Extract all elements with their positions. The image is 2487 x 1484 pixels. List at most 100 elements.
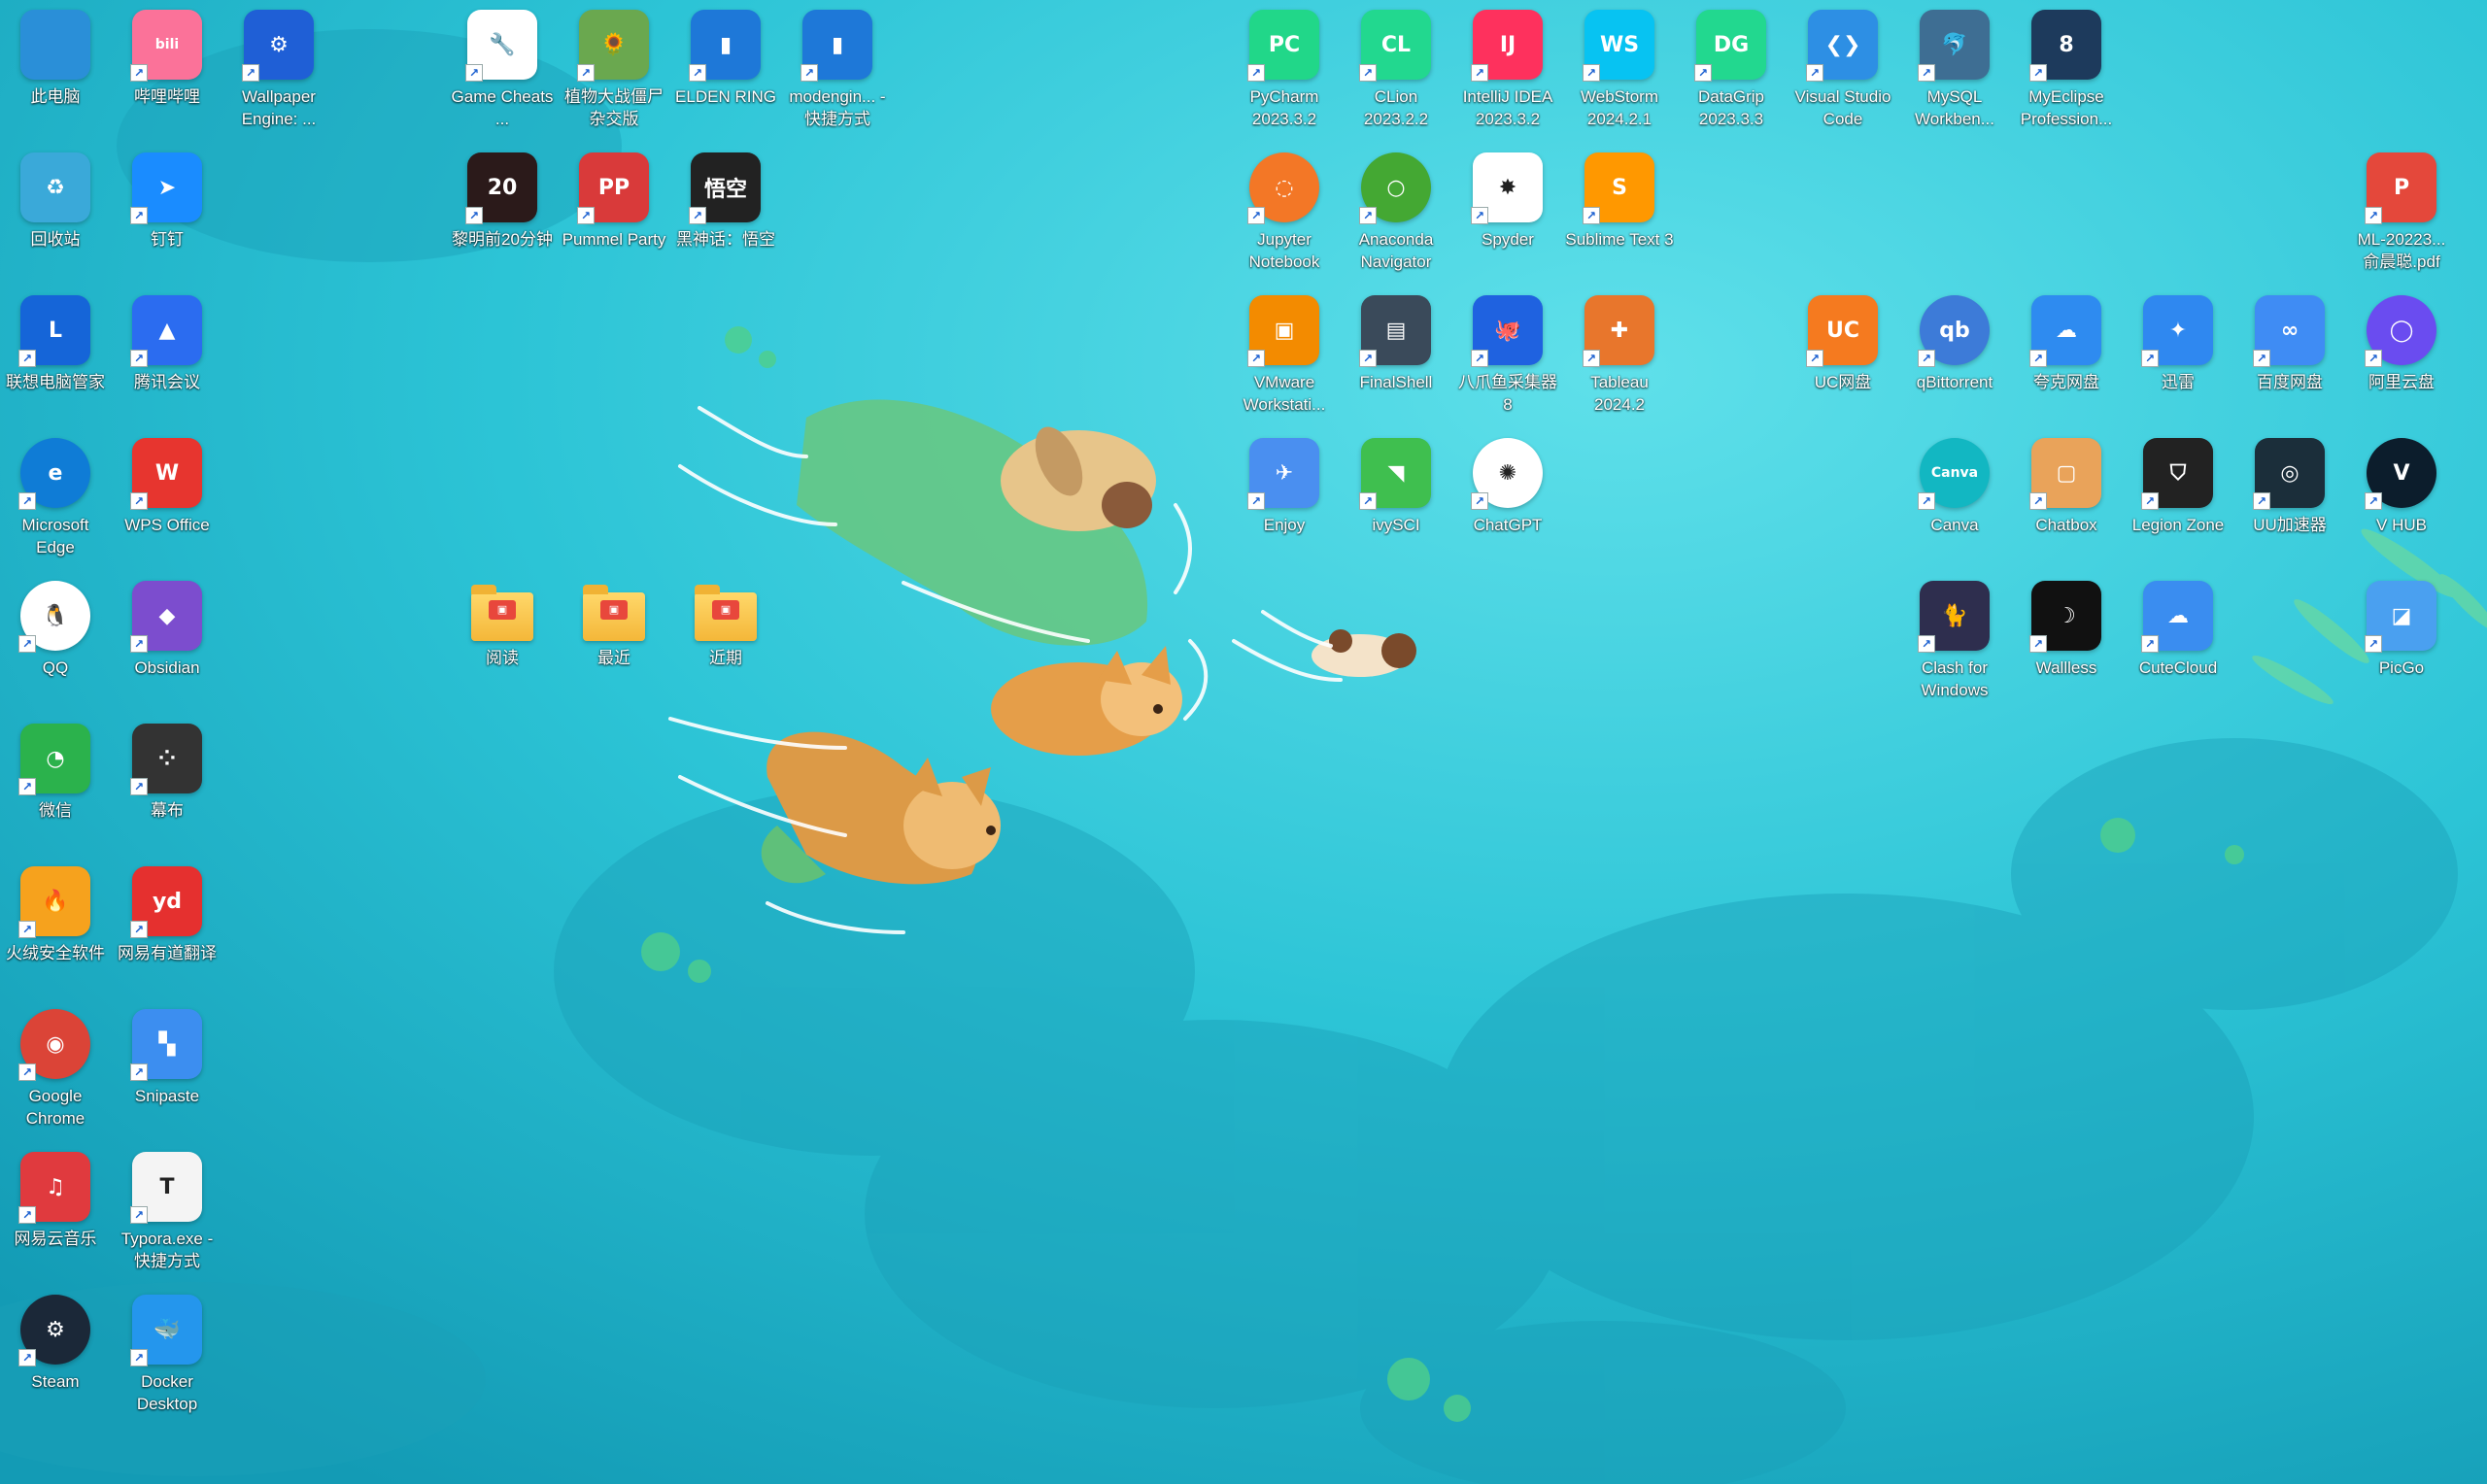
desktop-icon-label: Game Cheats ... [451, 87, 554, 128]
shortcut-arrow-icon: ↗ [1359, 350, 1377, 367]
desktop-icon-pvz[interactable]: 🌻 ↗ 植物大战僵尸杂交版 [560, 4, 668, 140]
desktop-icon-tencent-meeting[interactable]: ▲ ↗ 腾讯会议 [113, 289, 221, 425]
shortcut-arrow-icon: ↗ [2141, 492, 2159, 510]
desktop-icon-bilibili[interactable]: bili ↗ 哔哩哔哩 [113, 4, 221, 140]
desktop-icon-steam[interactable]: ⚙ ↗ Steam [1, 1289, 110, 1425]
desktop-icon-label: PicGo [2378, 658, 2425, 677]
desktop-icon-pummel-party[interactable]: PP ↗ Pummel Party [560, 147, 668, 283]
desktop-icon-typora[interactable]: T ↗ Typora.exe - 快捷方式 [113, 1146, 221, 1282]
desktop-icon-wallless[interactable]: ☽ ↗ Wallless [2012, 575, 2121, 711]
desktop-icon-datagrip[interactable]: DG ↗ DataGrip 2023.3.3 [1677, 4, 1786, 140]
desktop-icon-elden-ring[interactable]: ▮ ↗ ELDEN RING [671, 4, 780, 140]
desktop-icon-spyder[interactable]: ✸ ↗ Spyder [1453, 147, 1562, 283]
qq-icon: 🐧 ↗ [18, 581, 90, 653]
lenovo-manager-icon: L ↗ [18, 295, 90, 367]
desktop-icon-chatgpt[interactable]: ✺ ↗ ChatGPT [1453, 432, 1562, 568]
desktop-icon-intellij[interactable]: IJ ↗ IntelliJ IDEA 2023.3.2 [1453, 4, 1562, 140]
shortcut-arrow-icon: ↗ [1359, 207, 1377, 224]
desktop-icon-anaconda[interactable]: ○ ↗ Anaconda Navigator [1342, 147, 1450, 283]
picgo-icon: ◪ ↗ [2365, 581, 2436, 653]
desktop-icon-enjoy[interactable]: ✈ ↗ Enjoy [1230, 432, 1339, 568]
desktop-icon-finalshell[interactable]: ▤ ↗ FinalShell [1342, 289, 1450, 425]
desktop-icon-thunder[interactable]: ✦ ↗ 迅雷 [2124, 289, 2232, 425]
shortcut-arrow-icon: ↗ [1471, 492, 1488, 510]
shortcut-arrow-icon: ↗ [577, 207, 595, 224]
desktop-icon-vhub[interactable]: V ↗ V HUB [2347, 432, 2456, 568]
desktop-icon-clash[interactable]: 🐈 ↗ Clash for Windows [1900, 575, 2009, 711]
desktop-icon-pycharm[interactable]: PC ↗ PyCharm 2023.3.2 [1230, 4, 1339, 140]
desktop-icon-label: MyEclipse Profession... [2020, 87, 2113, 128]
shortcut-arrow-icon: ↗ [2365, 635, 2382, 653]
desktop-icon-folder[interactable]: ▣ 最近 [560, 575, 668, 711]
finalshell-icon: ▤ ↗ [1359, 295, 1431, 367]
desktop-icon-obsidian[interactable]: ◆ ↗ Obsidian [113, 575, 221, 711]
aliyun-drive-icon: ◯ ↗ [2365, 295, 2436, 367]
desktop-icon-uu-accelerator[interactable]: ◎ ↗ UU加速器 [2235, 432, 2344, 568]
desktop-icon-qq[interactable]: 🐧 ↗ QQ [1, 575, 110, 711]
shortcut-arrow-icon: ↗ [1583, 207, 1600, 224]
desktop-icon-chatbox[interactable]: ▢ ↗ Chatbox [2012, 432, 2121, 568]
desktop-icon-aliyun-drive[interactable]: ◯ ↗ 阿里云盘 [2347, 289, 2456, 425]
shortcut-arrow-icon: ↗ [130, 1063, 148, 1081]
shortcut-arrow-icon: ↗ [1471, 207, 1488, 224]
desktop-icon-snipaste[interactable]: ▚ ↗ Snipaste [113, 1003, 221, 1139]
desktop-icon-webstorm[interactable]: WS ↗ WebStorm 2024.2.1 [1565, 4, 1674, 140]
desktop-icon-game-cheats[interactable]: 🔧 ↗ Game Cheats ... [448, 4, 557, 140]
desktop-icon-label: 黑神话：悟空 [676, 230, 775, 249]
desktop-icon-canva[interactable]: Canva ↗ Canva [1900, 432, 2009, 568]
shortcut-arrow-icon: ↗ [1918, 492, 1935, 510]
desktop-icon-huorong[interactable]: 🔥 ↗ 火绒安全软件 [1, 860, 110, 996]
desktop-icon-ivysci[interactable]: ◥ ↗ ivySCI [1342, 432, 1450, 568]
desktop-icon-cutecloud[interactable]: ☁ ↗ CuteCloud [2124, 575, 2232, 711]
desktop-icon-label: Obsidian [134, 658, 200, 677]
vhub-icon: V ↗ [2365, 438, 2436, 510]
myeclipse-icon: 8 ↗ [2029, 10, 2101, 82]
desktop-icon-mysql-workbench[interactable]: 🐬 ↗ MySQL Workben... [1900, 4, 2009, 140]
desktop-icon-octoparse[interactable]: 🐙 ↗ 八爪鱼采集器 8 [1453, 289, 1562, 425]
desktop-icon-picgo[interactable]: ◪ ↗ PicGo [2347, 575, 2456, 711]
desktop-icon-wallpaper-engine[interactable]: ⚙ ↗ Wallpaper Engine: ... [224, 4, 333, 140]
desktop-icon-label: modengin... - 快捷方式 [789, 87, 886, 128]
desktop-icon-label: Anaconda Navigator [1358, 230, 1434, 271]
desktop-icon-label: Chatbox [2035, 516, 2097, 534]
desktop-icon-tableau[interactable]: ✚ ↗ Tableau 2024.2 [1565, 289, 1674, 425]
desktop-icon-lenovo-manager[interactable]: L ↗ 联想电脑管家 [1, 289, 110, 425]
desktop-icon-legion-zone[interactable]: ⛉ ↗ Legion Zone [2124, 432, 2232, 568]
desktop-icon-sublime[interactable]: S ↗ Sublime Text 3 [1565, 147, 1674, 283]
desktop-icon-youdao[interactable]: yd ↗ 网易有道翻译 [113, 860, 221, 996]
desktop-icon-20-minutes[interactable]: 20 ↗ 黎明前20分钟 [448, 147, 557, 283]
desktop-icon-computer[interactable]: 此电脑 [1, 4, 110, 140]
shortcut-arrow-icon: ↗ [1694, 64, 1712, 82]
desktop-icon-recycle-bin[interactable]: ♻ 回收站 [1, 147, 110, 283]
clion-icon: CL ↗ [1359, 10, 1431, 82]
shortcut-arrow-icon: ↗ [1247, 64, 1265, 82]
desktop-icon-pdf[interactable]: P ↗ ML-20223... 俞晨聪.pdf [2347, 147, 2456, 283]
desktop-icon-black-myth[interactable]: 悟空 ↗ 黑神话：悟空 [671, 147, 780, 283]
desktop-icon-vscode[interactable]: ❮❯ ↗ Visual Studio Code [1789, 4, 1897, 140]
desktop-icon-chrome[interactable]: ◉ ↗ Google Chrome [1, 1003, 110, 1139]
desktop-icon-modengine[interactable]: ▮ ↗ modengin... - 快捷方式 [783, 4, 892, 140]
desktop-icon-netease-music[interactable]: ♫ ↗ 网易云音乐 [1, 1146, 110, 1282]
desktop-icon-docker[interactable]: 🐳 ↗ Docker Desktop [113, 1289, 221, 1425]
desktop-icon-wechat[interactable]: ◔ ↗ 微信 [1, 718, 110, 854]
desktop-icon-clion[interactable]: CL ↗ CLion 2023.2.2 [1342, 4, 1450, 140]
desktop-icon-uc-drive[interactable]: UC ↗ UC网盘 [1789, 289, 1897, 425]
desktop-icon-jupyter[interactable]: ◌ ↗ Jupyter Notebook [1230, 147, 1339, 283]
bilibili-icon: bili ↗ [130, 10, 202, 82]
sublime-icon: S ↗ [1583, 152, 1654, 224]
desktop-icon-folder[interactable]: ▣ 近期 [671, 575, 780, 711]
desktop-icon-myeclipse[interactable]: 8 ↗ MyEclipse Profession... [2012, 4, 2121, 140]
anaconda-icon: ○ ↗ [1359, 152, 1431, 224]
desktop-icon-quark-drive[interactable]: ☁ ↗ 夸克网盘 [2012, 289, 2121, 425]
desktop-icon-vmware[interactable]: ▣ ↗ VMware Workstati... [1230, 289, 1339, 425]
shortcut-arrow-icon: ↗ [2029, 635, 2047, 653]
desktop-icon-mubu[interactable]: ⁘ ↗ 幕布 [113, 718, 221, 854]
desktop-icon-baidu-drive[interactable]: ∞ ↗ 百度网盘 [2235, 289, 2344, 425]
shortcut-arrow-icon: ↗ [689, 64, 706, 82]
desktop-icon-wps[interactable]: W ↗ WPS Office [113, 432, 221, 568]
desktop-icon-edge[interactable]: e ↗ Microsoft Edge [1, 432, 110, 568]
desktop-icon-dingtalk[interactable]: ➤ ↗ 钉钉 [113, 147, 221, 283]
desktop-icon-label: Snipaste [134, 1087, 200, 1105]
desktop-icon-qbittorrent[interactable]: qb ↗ qBittorrent [1900, 289, 2009, 425]
desktop-icon-folder[interactable]: ▣ 阅读 [448, 575, 557, 711]
